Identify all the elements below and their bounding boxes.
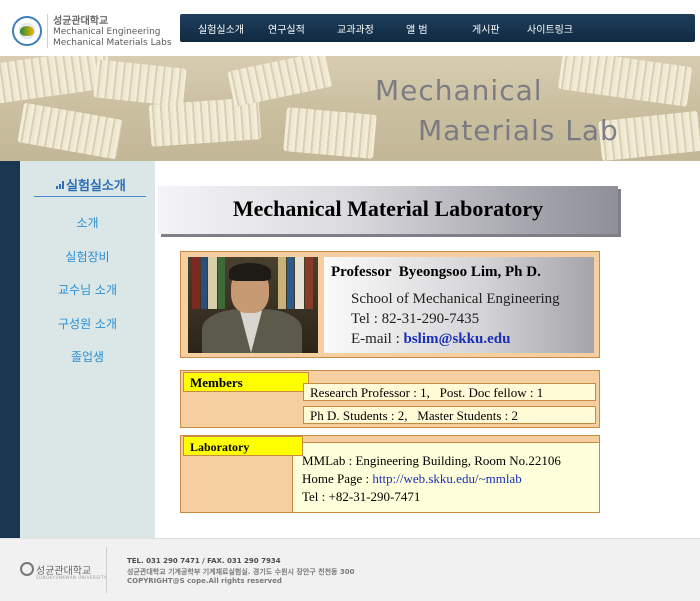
banner: Mechanical Materials Lab [0,56,700,161]
professor-info: Professor Byeongsoo Lim, Ph D. School of… [324,257,594,353]
professor-name: Professor Byeongsoo Lim, Ph D. [331,264,541,280]
members-line1: Research Professor : 1, Post. Doc fellow… [303,383,596,401]
professor-photo [188,257,318,353]
book [218,257,225,309]
professor-hair [229,263,271,281]
banner-paper-stack [557,56,693,107]
laboratory-homepage-link[interactable]: http://web.skku.edu/~mmlab [372,471,521,486]
book [305,257,313,309]
university-seal-icon [20,562,34,576]
top-navigation: 실험실소개 연구실적 교과과정 앨 범 게시판 사이트링크 [180,14,695,42]
footer-university-en: SUNGKYUNKWAN UNIVERSITY [36,575,107,580]
university-name: 성균관대학교 [53,16,109,27]
book [201,257,207,309]
nav-item-album[interactable]: 앨 범 [406,21,428,36]
page-title-box: Mechanical Material Laboratory [158,186,618,234]
logo-area[interactable]: 성균관대학교 Mechanical Engineering Mechanical… [0,0,178,56]
sidebar-item-intro[interactable]: 소개 [20,214,155,231]
professor-email-link[interactable]: bslim@skku.edu [404,331,511,347]
nav-item-curriculum[interactable]: 교과과정 [337,21,374,36]
nav-item-site-links[interactable]: 사이트링크 [527,21,573,36]
book [278,257,286,309]
left-strip [0,161,20,538]
laboratory-tel: Tel : +82-31-290-7471 [302,489,421,504]
sidebar-item-equipment[interactable]: 실험장비 [20,248,155,265]
laboratory-location: MMLab : Engineering Building, Room No.22… [302,453,561,468]
professor-school: School of Mechanical Engineering [351,291,560,307]
nav-item-research[interactable]: 연구실적 [268,21,305,36]
sidebar-item-alumni[interactable]: 졸업생 [20,348,155,365]
members-line2: Ph D. Students : 2, Master Students : 2 [303,406,596,424]
footer-divider [106,547,107,593]
bars-icon [56,181,64,189]
professor-email-label: E-mail : [351,331,404,347]
nav-item-lab-intro[interactable]: 실험실소개 [198,21,244,36]
laboratory-label: Laboratory [183,436,303,456]
sidebar-title: 실험실소개 [66,179,126,194]
nav-item-board[interactable]: 게시판 [472,21,500,36]
footer-copyright: COPYRIGHT@S cope.All rights reserved [127,577,282,585]
banner-title-line1: Mechanical [375,74,543,107]
logo-divider [47,14,48,48]
book [287,257,294,309]
book [295,257,304,309]
sidebar: 실험실소개 소개 실험장비 교수님 소개 구성원 소개 졸업생 [20,161,155,538]
page-title: Mechanical Material Laboratory [232,196,544,221]
banner-paper-stack [283,107,377,159]
footer-tel: TEL. 031 290 7471 / FAX. 031 290 7934 [127,557,281,565]
members-label: Members [183,372,309,392]
banner-paper-stack [17,102,123,160]
lab-name: Mechanical Materials Labs [53,38,172,48]
book [192,257,200,309]
banner-paper-stack [227,56,333,108]
university-seal-icon [12,16,42,46]
sidebar-item-members[interactable]: 구성원 소개 [20,315,155,332]
professor-email-row: E-mail : bslim@skku.edu [351,331,510,348]
professor-card: Professor Byeongsoo Lim, Ph D. School of… [180,251,600,358]
laboratory-homepage-row: Home Page : http://web.skku.edu/~mmlab [302,471,522,487]
professor-tel: Tel : 82-31-290-7435 [351,311,480,327]
banner-paper-stack [93,59,187,107]
sidebar-item-professor[interactable]: 교수님 소개 [20,281,155,298]
banner-title-line2: Materials Lab [418,114,619,147]
footer: 성균관대학교 SUNGKYUNKWAN UNIVERSITY TEL. 031 … [0,538,700,601]
laboratory-homepage-label: Home Page : [302,471,373,486]
department-name: Mechanical Engineering [53,27,161,37]
footer-address: 성균관대학교 기계공학부 기계재료실험실. 경기도 수원시 장안구 천천동 30… [127,568,355,576]
book [208,257,217,309]
sidebar-divider [34,196,146,197]
